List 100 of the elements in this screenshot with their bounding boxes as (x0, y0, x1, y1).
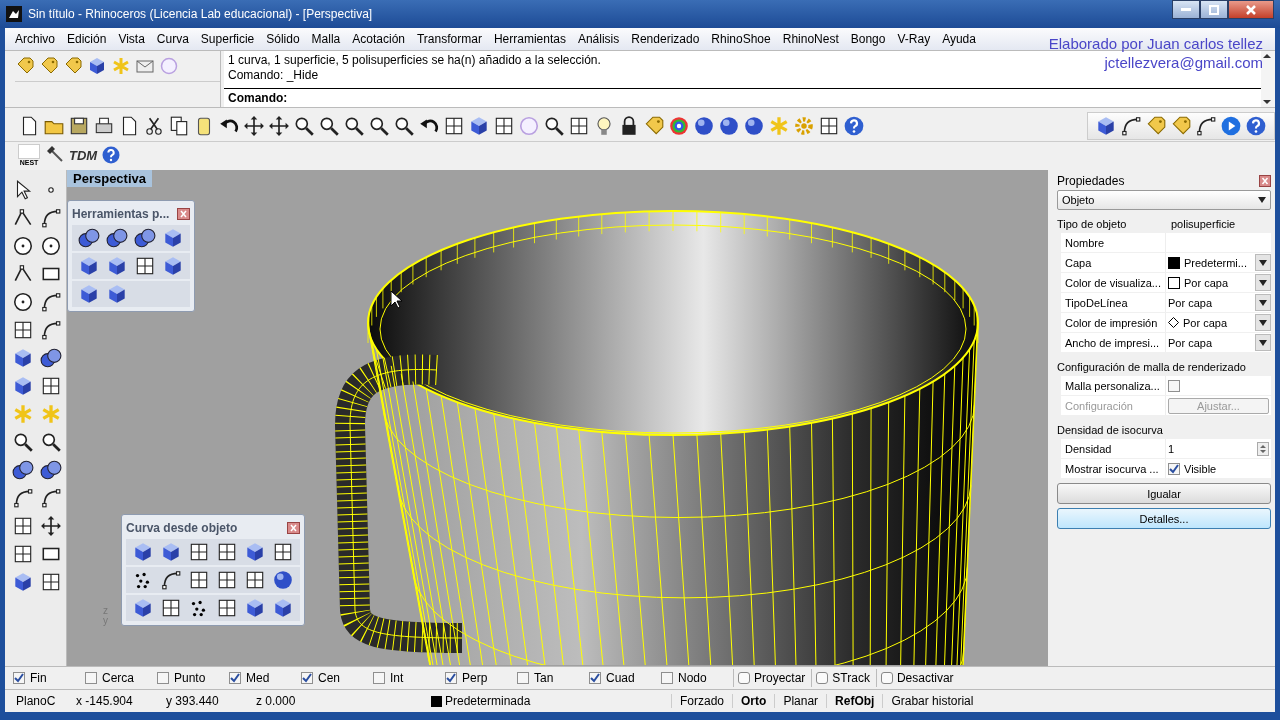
cube-icon[interactable] (78, 255, 100, 277)
checkbox[interactable] (589, 672, 601, 684)
help-icon[interactable] (101, 145, 122, 165)
curve-icon[interactable] (40, 291, 62, 313)
checkbox[interactable] (373, 672, 385, 684)
menu-item[interactable]: Superficie (194, 29, 261, 49)
menu-item[interactable]: Malla (305, 29, 347, 49)
color-wheel-icon[interactable] (668, 115, 690, 137)
tag-icon[interactable] (1170, 115, 1192, 137)
checkbox[interactable] (445, 672, 457, 684)
menu-item[interactable]: Ayuda (936, 29, 982, 49)
menu-item[interactable]: Sólido (260, 29, 306, 49)
grid-icon[interactable] (272, 541, 294, 563)
dropdown-button[interactable] (1255, 274, 1271, 291)
tdm-tool[interactable]: TDM (69, 147, 98, 163)
curve-icon[interactable] (12, 487, 34, 509)
curve-icon[interactable] (40, 207, 62, 229)
move-arrows-icon[interactable] (243, 115, 265, 137)
menu-item[interactable]: RhinoNest (776, 29, 845, 49)
menu-item[interactable]: Transformar (411, 29, 488, 49)
grid-icon[interactable] (12, 543, 34, 565)
checkbox[interactable] (13, 672, 25, 684)
grid-icon[interactable] (244, 569, 266, 591)
status-toggle[interactable]: RefObj (826, 694, 883, 708)
cube-icon[interactable] (162, 255, 184, 277)
grid-icon[interactable] (12, 515, 34, 537)
menu-item[interactable]: Herramientas (487, 29, 572, 49)
object-dropdown[interactable]: Objeto (1057, 190, 1271, 210)
spheres-icon[interactable] (40, 347, 62, 369)
menu-item[interactable]: Acotación (346, 29, 411, 49)
menu-item[interactable]: Curva (150, 29, 195, 49)
tag-icon[interactable] (1145, 115, 1167, 137)
circle-icon[interactable] (40, 235, 62, 257)
help-icon[interactable] (1245, 115, 1267, 137)
grid-icon[interactable] (568, 115, 590, 137)
tag-icon[interactable] (15, 56, 35, 76)
cube-icon[interactable] (132, 541, 154, 563)
curve-icon[interactable] (1120, 115, 1142, 137)
scissors-icon[interactable] (143, 115, 165, 137)
close-button[interactable] (1228, 0, 1274, 19)
scroll-down-icon[interactable] (1261, 97, 1273, 107)
curve-icon[interactable] (160, 569, 182, 591)
command-field[interactable]: Comando: (224, 89, 1261, 107)
curve-icon[interactable] (40, 319, 62, 341)
grid-icon[interactable] (493, 115, 515, 137)
help-icon[interactable] (843, 115, 865, 137)
spheres-icon[interactable] (134, 227, 156, 249)
viewport-title[interactable]: Perspectiva (67, 170, 152, 187)
panel-button[interactable]: Detalles... (1057, 508, 1271, 529)
checkbox[interactable] (157, 672, 169, 684)
menu-item[interactable]: Vista (112, 29, 151, 49)
cube-icon[interactable] (162, 227, 184, 249)
toggle-checkbox[interactable] (880, 672, 893, 684)
grid-icon[interactable] (160, 597, 182, 619)
magnifier-icon[interactable] (293, 115, 315, 137)
grid-icon[interactable] (40, 571, 62, 593)
dropdown-button[interactable] (1255, 334, 1271, 351)
status-toggle[interactable]: Forzado (671, 694, 733, 708)
grid-icon[interactable] (216, 569, 238, 591)
dropdown-button[interactable] (1255, 294, 1271, 311)
menu-item[interactable]: RhinoShoe (705, 29, 777, 49)
panel-button[interactable]: Igualar (1057, 483, 1271, 504)
scrollbar[interactable] (1261, 51, 1275, 107)
status-toggle[interactable]: Grabar historial (882, 694, 982, 708)
toggle-checkbox[interactable] (738, 672, 750, 684)
menu-item[interactable]: Renderizado (625, 29, 706, 49)
close-icon[interactable] (287, 522, 300, 534)
circle-icon[interactable] (12, 291, 34, 313)
grid-icon[interactable] (188, 541, 210, 563)
spheres-icon[interactable] (106, 227, 128, 249)
status-pane[interactable]: PlanoC (11, 694, 71, 708)
cube-icon[interactable] (78, 283, 100, 305)
close-icon[interactable] (177, 208, 190, 220)
toggle-checkbox[interactable] (816, 672, 829, 684)
menu-item[interactable]: Archivo (9, 29, 61, 49)
cube-icon[interactable] (160, 541, 182, 563)
spinner-icon[interactable] (1257, 441, 1269, 456)
grid-icon[interactable] (216, 597, 238, 619)
grid-icon[interactable] (134, 255, 156, 277)
maximize-button[interactable] (1200, 0, 1228, 19)
dropdown-button[interactable] (1255, 314, 1271, 331)
sphere-icon[interactable] (718, 115, 740, 137)
close-icon[interactable] (1259, 175, 1271, 187)
cube-icon[interactable] (12, 347, 34, 369)
magnifier-icon[interactable] (318, 115, 340, 137)
cube-icon[interactable] (12, 375, 34, 397)
cube-icon[interactable] (244, 597, 266, 619)
spheres-icon[interactable] (78, 227, 100, 249)
tag-icon[interactable] (63, 56, 83, 76)
pages-icon[interactable] (168, 115, 190, 137)
grid-icon[interactable] (12, 319, 34, 341)
checkbox[interactable] (301, 672, 313, 684)
magnifier-icon[interactable] (40, 431, 62, 453)
cube-icon[interactable] (468, 115, 490, 137)
circle-icon[interactable] (12, 235, 34, 257)
grid-icon[interactable] (216, 541, 238, 563)
grid-icon[interactable] (818, 115, 840, 137)
checkbox[interactable] (229, 672, 241, 684)
sphere-icon[interactable] (272, 569, 294, 591)
grid-icon[interactable] (40, 375, 62, 397)
